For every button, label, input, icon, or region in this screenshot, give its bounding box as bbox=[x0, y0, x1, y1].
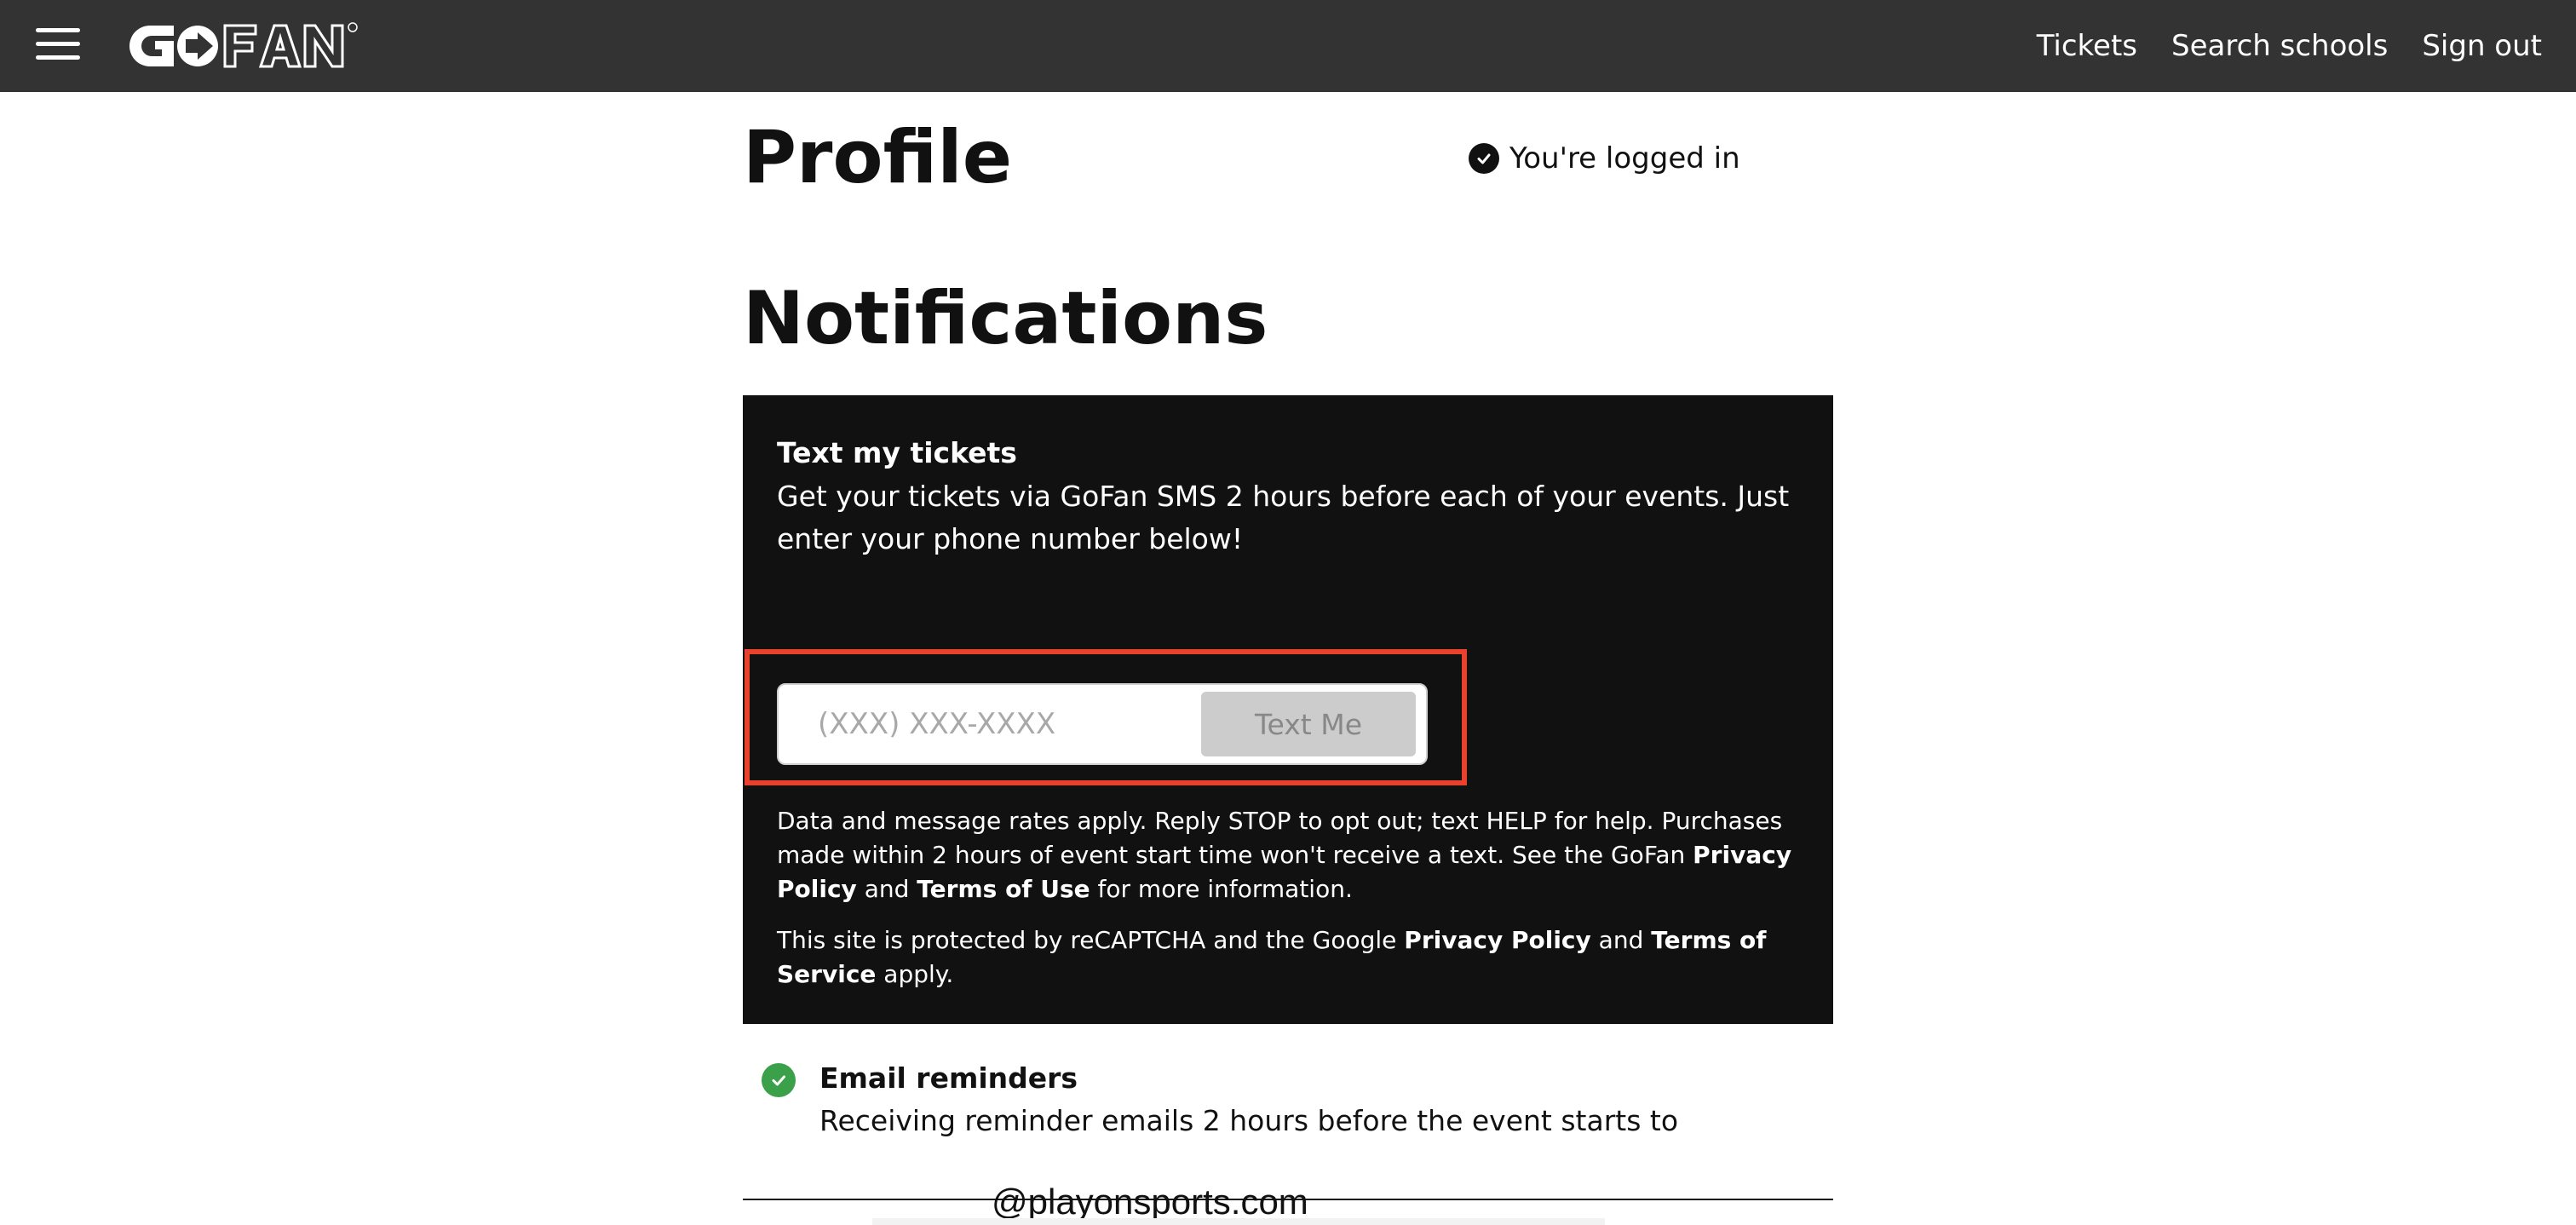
sms-description: Get your tickets via GoFan SMS 2 hours b… bbox=[777, 480, 1790, 555]
top-navbar: Tickets Search schools Sign out bbox=[0, 0, 2576, 92]
legal-text-part: for more information. bbox=[1090, 875, 1353, 903]
text-my-tickets-panel: Text my tickets Get your tickets via GoF… bbox=[743, 395, 1833, 1024]
google-privacy-policy-link[interactable]: Privacy Policy bbox=[1404, 926, 1590, 954]
check-icon bbox=[1469, 143, 1499, 174]
text-me-button[interactable]: Text Me bbox=[1201, 692, 1416, 756]
nav-link-sign-out[interactable]: Sign out bbox=[2422, 29, 2542, 63]
sms-heading: Text my tickets bbox=[777, 436, 1017, 469]
email-reminders-description: Receiving reminder emails 2 hours before… bbox=[819, 1104, 1679, 1137]
legal-text-part: Data and message rates apply. Reply STOP… bbox=[777, 807, 1783, 869]
check-circle-icon bbox=[762, 1063, 796, 1097]
sms-legal-text: Data and message rates apply. Reply STOP… bbox=[777, 804, 1808, 906]
gofan-logo[interactable] bbox=[124, 20, 359, 72]
nav-links: Tickets Search schools Sign out bbox=[2037, 0, 2542, 92]
hamburger-menu-icon[interactable] bbox=[36, 26, 80, 63]
phone-form: Text Me bbox=[777, 683, 1428, 765]
notifications-heading: Notifications bbox=[743, 276, 1268, 361]
nav-link-tickets[interactable]: Tickets bbox=[2037, 29, 2137, 63]
terms-of-use-link[interactable]: Terms of Use bbox=[917, 875, 1090, 903]
legal-text-part: This site is protected by reCAPTCHA and … bbox=[777, 926, 1405, 954]
legal-text-part: and bbox=[856, 875, 917, 903]
logged-in-status: You're logged in bbox=[1469, 141, 1740, 175]
legal-text-part: apply. bbox=[876, 960, 954, 988]
section-divider bbox=[743, 1199, 1833, 1200]
nav-link-search-schools[interactable]: Search schools bbox=[2171, 29, 2388, 63]
page-title: Profile bbox=[743, 115, 1013, 200]
logged-in-label: You're logged in bbox=[1509, 141, 1740, 175]
next-section-preview bbox=[872, 1218, 1605, 1225]
legal-text-part: and bbox=[1590, 926, 1652, 954]
phone-number-input[interactable] bbox=[779, 685, 1196, 763]
recaptcha-legal-text: This site is protected by reCAPTCHA and … bbox=[777, 923, 1808, 992]
email-reminders-title: Email reminders bbox=[819, 1061, 1078, 1095]
